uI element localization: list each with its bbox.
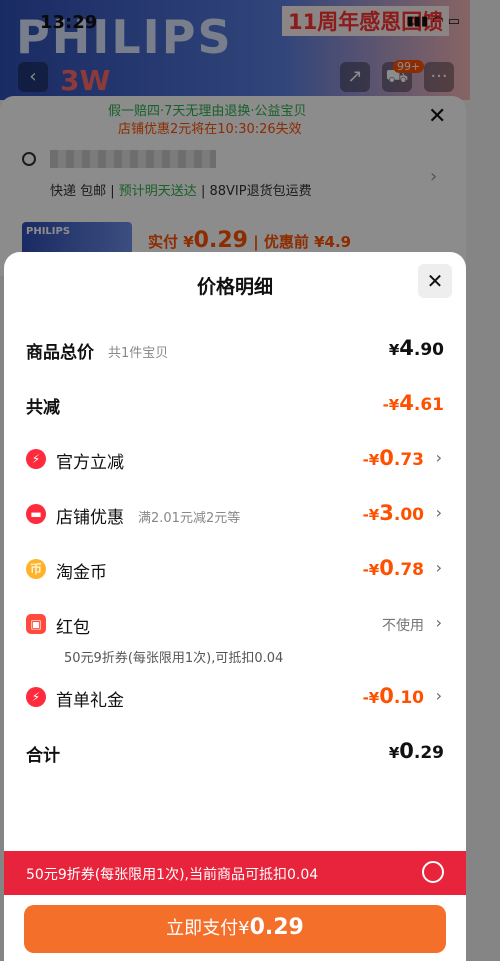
coupon-bar[interactable]: 50元9折券(每张限用1次),当前商品可抵扣0.04	[4, 851, 466, 895]
row-label: 共减	[26, 398, 60, 418]
red-envelope-note: 50元9折券(每张限用1次),可抵扣0.04	[64, 651, 284, 666]
row-label: 商品总价	[26, 343, 94, 363]
row-amount: ¥4.90	[388, 336, 444, 360]
row-label: 合计	[26, 746, 60, 766]
row-label: 首单礼金	[56, 691, 124, 711]
row-amount: ¥0.29	[388, 739, 444, 763]
close-icon[interactable]: ✕	[418, 264, 452, 298]
pay-amount: 0.29	[249, 915, 304, 940]
row-amount: -¥0.10	[362, 684, 424, 708]
chevron-right-icon: ›	[435, 686, 442, 705]
coin-icon: 币	[26, 559, 46, 579]
row-note: 共1件宝贝	[108, 346, 169, 361]
coupon-radio[interactable]	[422, 861, 444, 883]
row-amount: -¥4.61	[382, 391, 444, 415]
lightning-icon: ⚡	[26, 687, 46, 707]
row-label: 店铺优惠	[56, 508, 124, 528]
row-label: 官方立减	[56, 453, 124, 473]
row-note: 满2.01元减2元等	[138, 511, 241, 526]
row-amount: -¥0.73	[362, 446, 424, 470]
row-taobao-coins[interactable]: 币 淘金币 -¥0.78 ›	[26, 554, 444, 584]
row-grand-total: 合计 ¥0.29	[26, 737, 444, 767]
pay-label: 立即支付¥	[166, 918, 250, 939]
row-amount: -¥0.78	[362, 556, 424, 580]
row-shop-discount[interactable]: ▬ 店铺优惠 满2.01元减2元等 -¥3.00 ›	[26, 499, 444, 529]
row-official-discount[interactable]: ⚡ 官方立减 -¥0.73 ›	[26, 444, 444, 474]
row-status: 不使用	[382, 618, 424, 634]
chevron-right-icon: ›	[435, 448, 442, 467]
chevron-right-icon: ›	[435, 558, 442, 577]
chevron-right-icon: ›	[435, 613, 442, 632]
pay-now-button[interactable]: 立即支付¥0.29	[24, 905, 446, 953]
modal-title: 价格明细	[196, 276, 273, 298]
row-total-discount: 共减 -¥4.61	[26, 389, 444, 419]
row-total-price: 商品总价 共1件宝贝 ¥4.90	[26, 334, 444, 364]
lightning-icon: ⚡	[26, 449, 46, 469]
shop-icon: ▬	[26, 504, 46, 524]
row-amount: -¥3.00	[362, 501, 424, 525]
chevron-right-icon: ›	[435, 503, 442, 522]
row-label: 淘金币	[56, 563, 107, 583]
row-red-envelope[interactable]: ▣ 红包 不使用 ›	[26, 609, 444, 639]
row-first-order-gift[interactable]: ⚡ 首单礼金 -¥0.10 ›	[26, 682, 444, 712]
row-label: 红包	[56, 618, 90, 638]
coupon-text: 50元9折券(每张限用1次),当前商品可抵扣0.04	[26, 867, 319, 883]
red-envelope-icon: ▣	[26, 614, 46, 634]
